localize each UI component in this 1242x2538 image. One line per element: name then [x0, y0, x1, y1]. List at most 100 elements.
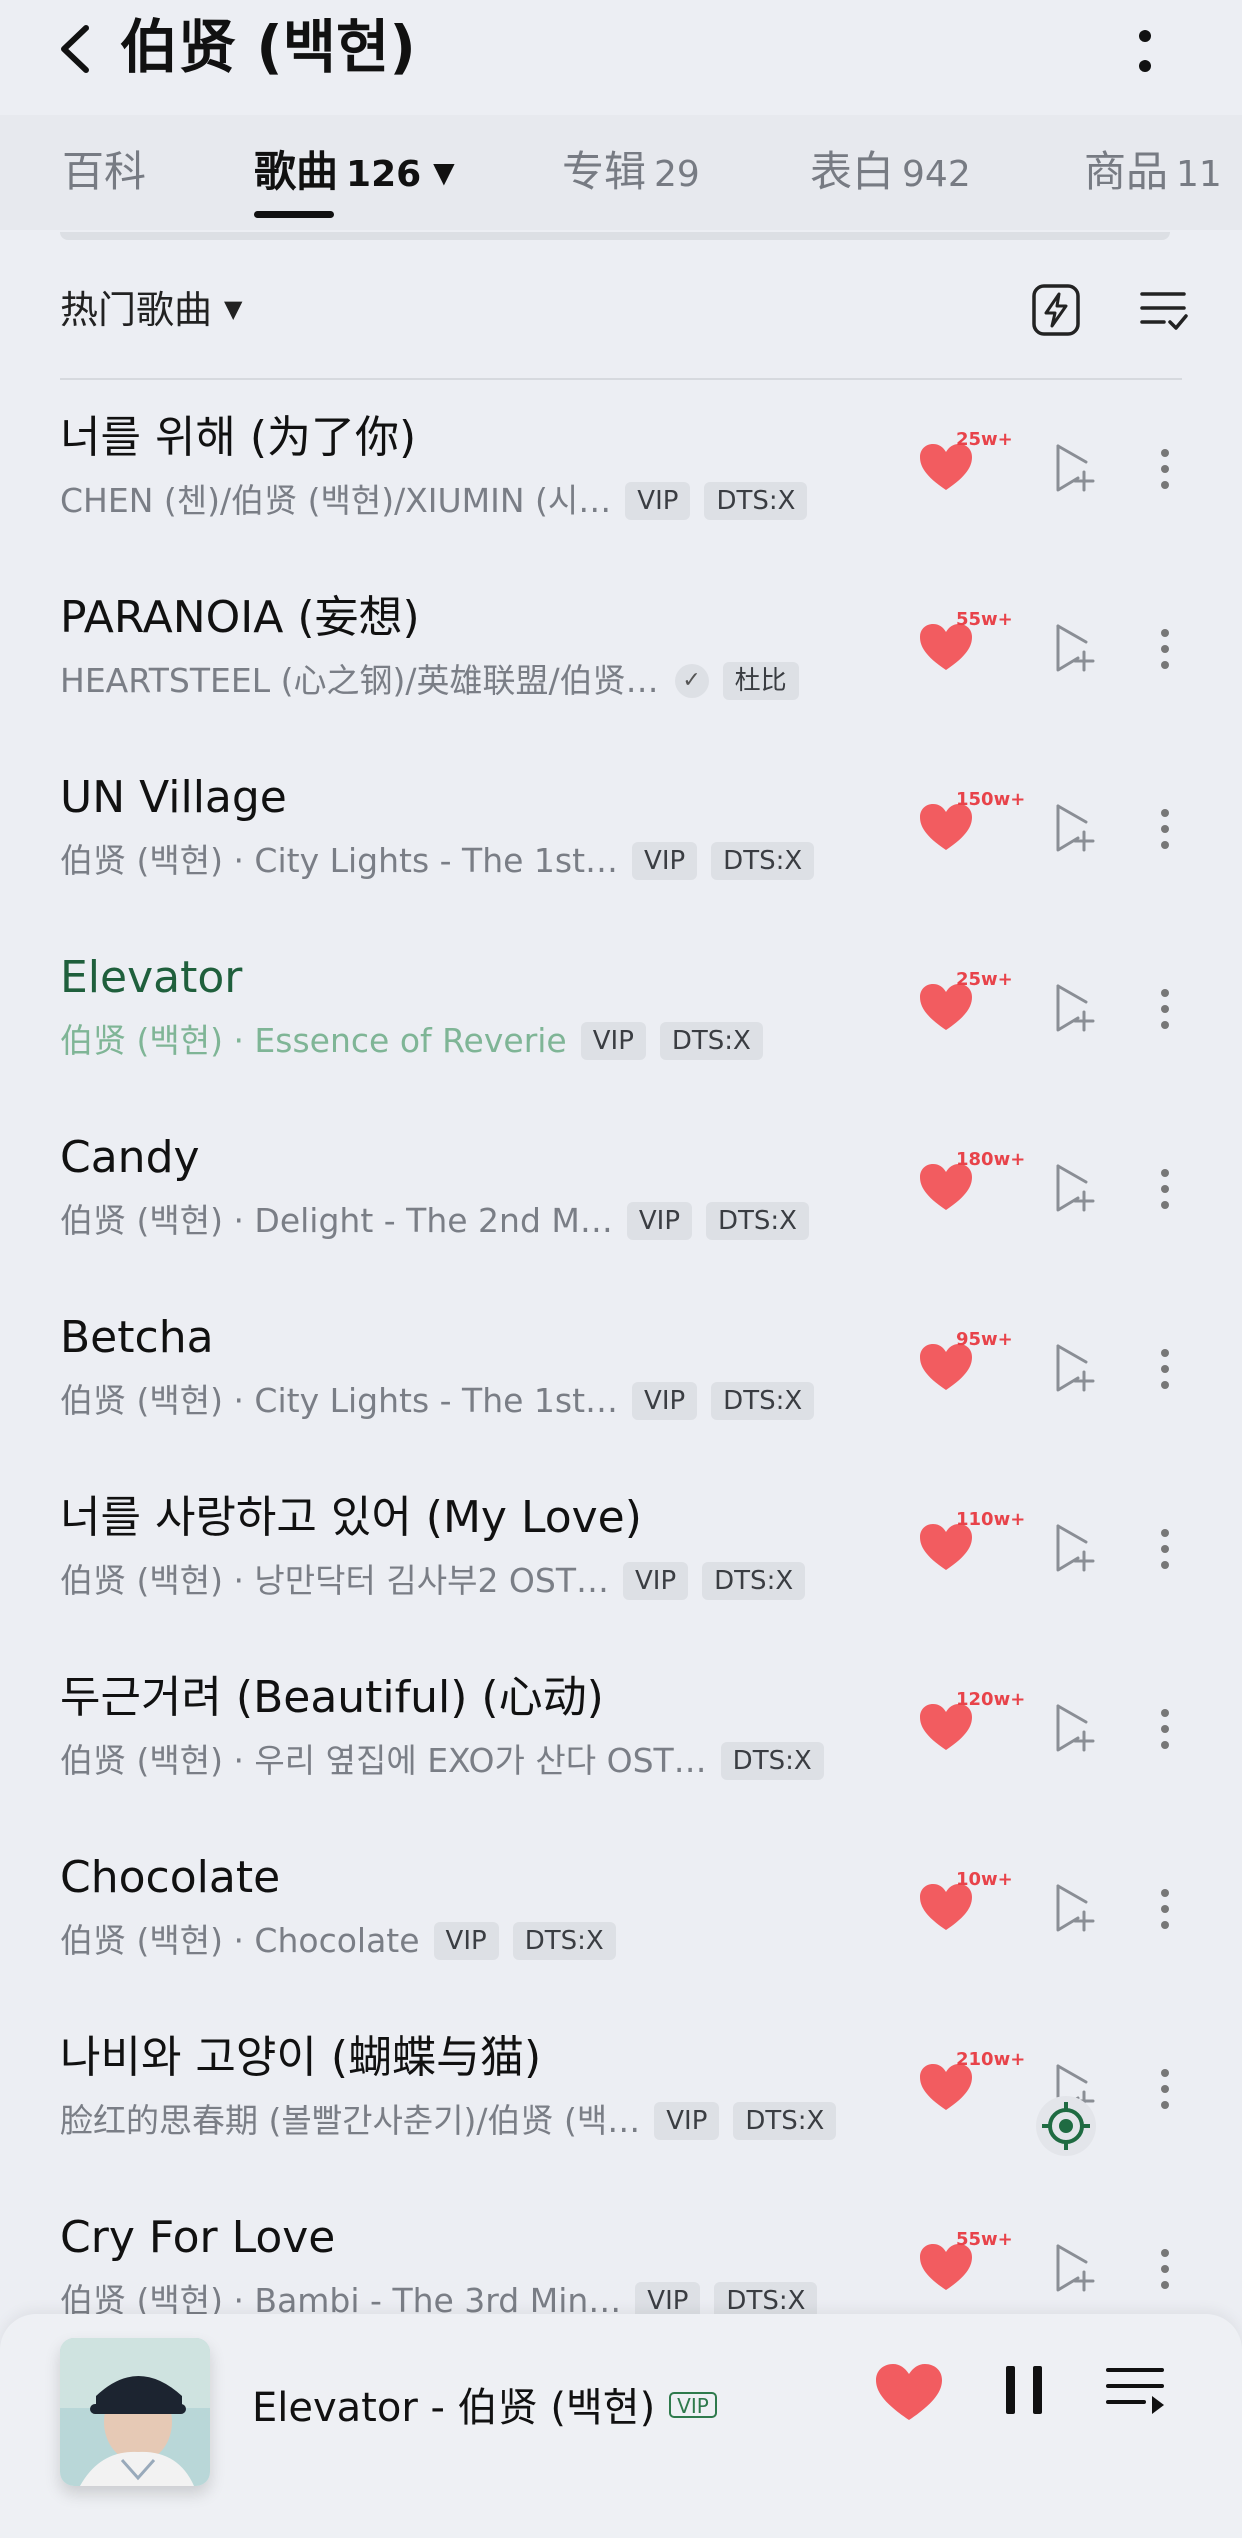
add-to-playlist-icon[interactable] — [1052, 802, 1098, 854]
quality-badge: VIP — [623, 1562, 689, 1600]
song-row[interactable]: 두근거려 (Beautiful) (心动) 伯贤 (백현) · 우리 옆집에 EX… — [0, 1640, 1242, 1820]
song-title: PARANOIA (妄想) — [60, 592, 420, 643]
add-to-playlist-icon[interactable] — [1052, 442, 1098, 494]
quality-badge: VIP — [626, 1202, 692, 1240]
verified-icon: ✓ — [674, 664, 709, 698]
back-icon[interactable] — [50, 14, 110, 84]
playlist-queue-icon[interactable] — [1104, 2360, 1166, 2420]
like-count: 55w+ — [956, 609, 1013, 630]
tab-baike[interactable]: 百科 — [62, 147, 146, 197]
song-title: Elevator — [60, 952, 243, 1003]
more-vertical-icon[interactable] — [1150, 986, 1180, 1032]
flash-play-icon[interactable] — [1030, 282, 1082, 338]
tab-songs[interactable]: 歌曲 126 ▼ — [254, 147, 455, 200]
song-meta: 伯贤 (백현) · Chocolate VIP DTS:X — [60, 1918, 616, 1964]
hot-songs-dropdown[interactable]: 热门歌曲 ▼ — [60, 284, 242, 335]
tab-label: 百科 — [62, 147, 147, 196]
quality-badge: VIP — [580, 1022, 646, 1060]
add-to-playlist-icon[interactable] — [1052, 1522, 1098, 1574]
more-vertical-icon[interactable] — [1150, 1706, 1180, 1752]
tab-count: 126 — [346, 154, 422, 195]
tab-merch[interactable]: 商品 11 — [1084, 147, 1222, 200]
song-meta: 伯贤 (백현) · 우리 옆집에 EXO가 산다 OST… DTS:X — [60, 1738, 824, 1784]
song-meta: 伯贤 (백현) · Delight - The 2nd M… VIP DTS:X — [60, 1198, 809, 1244]
song-title: Chocolate — [60, 1852, 281, 1903]
more-vertical-icon[interactable] — [1150, 1346, 1180, 1392]
song-title: 두근거려 (Beautiful) (心动) — [60, 1672, 604, 1723]
song-subtitle: 伯贤 (백현) · Delight - The 2nd M… — [60, 1201, 613, 1240]
song-meta: 伯贤 (백현) · 낭만닥터 김사부2 OST… VIP DTS:X — [60, 1558, 806, 1604]
song-row[interactable]: Chocolate 伯贤 (백현) · Chocolate VIP DTS:X 10w+ — [0, 1820, 1242, 2000]
song-subtitle: 伯贤 (백현) · 우리 옆집에 EXO가 산다 OST… — [60, 1741, 707, 1780]
more-vertical-icon[interactable] — [1150, 806, 1180, 852]
section-title: 热门歌曲 — [60, 288, 213, 332]
more-vertical-icon[interactable] — [1120, 22, 1170, 82]
more-vertical-icon[interactable] — [1150, 2246, 1180, 2292]
quality-badge: DTS:X — [711, 842, 815, 880]
song-subtitle: 伯贤 (백현) · Essence of Reverie — [60, 1021, 567, 1060]
add-to-playlist-icon[interactable] — [1052, 1342, 1098, 1394]
quality-badge: VIP — [632, 1382, 698, 1420]
song-meta: 脸红的思春期 (볼빨간사춘기)/伯贤 (백… VIP DTS:X — [60, 2098, 837, 2144]
page-title: 伯贤 (백현) — [120, 13, 416, 81]
like-count: 25w+ — [956, 969, 1013, 990]
song-row[interactable]: 너를 위해 (为了你) CHEN (첸)/伯贤 (백현)/XIUMIN (시… VI… — [0, 380, 1242, 560]
more-vertical-icon[interactable] — [1150, 446, 1180, 492]
more-vertical-icon[interactable] — [1150, 1166, 1180, 1212]
add-to-playlist-icon[interactable] — [1052, 1162, 1098, 1214]
like-count: 180w+ — [956, 1149, 1026, 1170]
add-to-playlist-icon[interactable] — [1052, 1882, 1098, 1934]
like-count: 55w+ — [956, 2229, 1013, 2250]
more-vertical-icon[interactable] — [1150, 1526, 1180, 1572]
song-meta: 伯贤 (백현) · Essence of Reverie VIP DTS:X — [60, 1018, 763, 1064]
tab-count: 11 — [1176, 154, 1222, 195]
add-to-playlist-icon[interactable] — [1052, 982, 1098, 1034]
quality-badge: DTS:X — [720, 1742, 824, 1780]
song-row[interactable]: Betcha 伯贤 (백현) · City Lights - The 1st… VI… — [0, 1280, 1242, 1460]
heart-filled-icon[interactable] — [874, 2362, 944, 2424]
like-count: 95w+ — [956, 1329, 1013, 1350]
song-row[interactable]: Elevator 伯贤 (백현) · Essence of Reverie VIP D… — [0, 920, 1242, 1100]
locate-current-icon[interactable] — [1036, 2096, 1096, 2156]
song-subtitle: 伯贤 (백현) · 낭만닥터 김사부2 OST… — [60, 1561, 610, 1600]
add-to-playlist-icon[interactable] — [1052, 622, 1098, 674]
song-row[interactable]: UN Village 伯贤 (백현) · City Lights - The 1s… — [0, 740, 1242, 920]
like-count: 210w+ — [956, 2049, 1026, 2070]
add-to-playlist-icon[interactable] — [1052, 2242, 1098, 2294]
more-vertical-icon[interactable] — [1150, 2066, 1180, 2112]
quality-badge: DTS:X — [711, 1382, 815, 1420]
song-row[interactable]: 너를 사랑하고 있어 (My Love) 伯贤 (백현) · 낭만닥터 김사부2 … — [0, 1460, 1242, 1640]
tab-active-indicator — [254, 211, 334, 218]
tabs-divider — [60, 232, 1170, 240]
more-vertical-icon[interactable] — [1150, 626, 1180, 672]
tab-label: 商品 — [1084, 147, 1169, 196]
tab-label: 歌曲 — [254, 147, 339, 196]
multi-select-icon[interactable] — [1138, 286, 1190, 334]
like-count: 120w+ — [956, 1689, 1026, 1710]
mini-player[interactable]: Elevator - 伯贤 (백현) VIP — [0, 2314, 1242, 2538]
header-bar: 伯贤 (백현) — [0, 0, 1242, 115]
add-to-playlist-icon[interactable] — [1052, 1702, 1098, 1754]
song-row[interactable]: Candy 伯贤 (백현) · Delight - The 2nd M… VIP DT… — [0, 1100, 1242, 1280]
song-subtitle: 脸红的思春期 (볼빨간사춘기)/伯贤 (백… — [60, 2101, 641, 2140]
quality-badge: VIP — [625, 482, 691, 520]
album-art[interactable] — [60, 2338, 210, 2486]
pause-icon[interactable] — [1004, 2362, 1044, 2418]
more-vertical-icon[interactable] — [1150, 1886, 1180, 1932]
quality-badge: 杜比 — [722, 662, 799, 700]
quality-badge: DTS:X — [706, 1202, 809, 1240]
like-count: 25w+ — [956, 429, 1013, 450]
song-meta: CHEN (첸)/伯贤 (백현)/XIUMIN (시… VIP DTS:X — [60, 478, 808, 524]
quality-badge: DTS:X — [704, 482, 808, 520]
song-meta: 伯贤 (백현) · City Lights - The 1st… VIP DTS:X — [60, 838, 815, 884]
song-title: Candy — [60, 1132, 200, 1183]
quality-badge: DTS:X — [659, 1022, 763, 1060]
quality-badge: DTS:X — [512, 1922, 616, 1960]
like-count: 10w+ — [956, 1869, 1013, 1890]
song-title: Cry For Love — [60, 2212, 336, 2263]
tab-confessions[interactable]: 表白 942 — [810, 147, 971, 200]
tab-count: 29 — [654, 154, 700, 195]
song-row[interactable]: PARANOIA (妄想) HEARTSTEEL (心之钢)/英雄联盟/伯贤… ✓ 杜… — [0, 560, 1242, 740]
now-playing-title[interactable]: Elevator - 伯贤 (백현) VIP — [252, 2382, 717, 2434]
tab-albums[interactable]: 专辑 29 — [562, 147, 700, 200]
